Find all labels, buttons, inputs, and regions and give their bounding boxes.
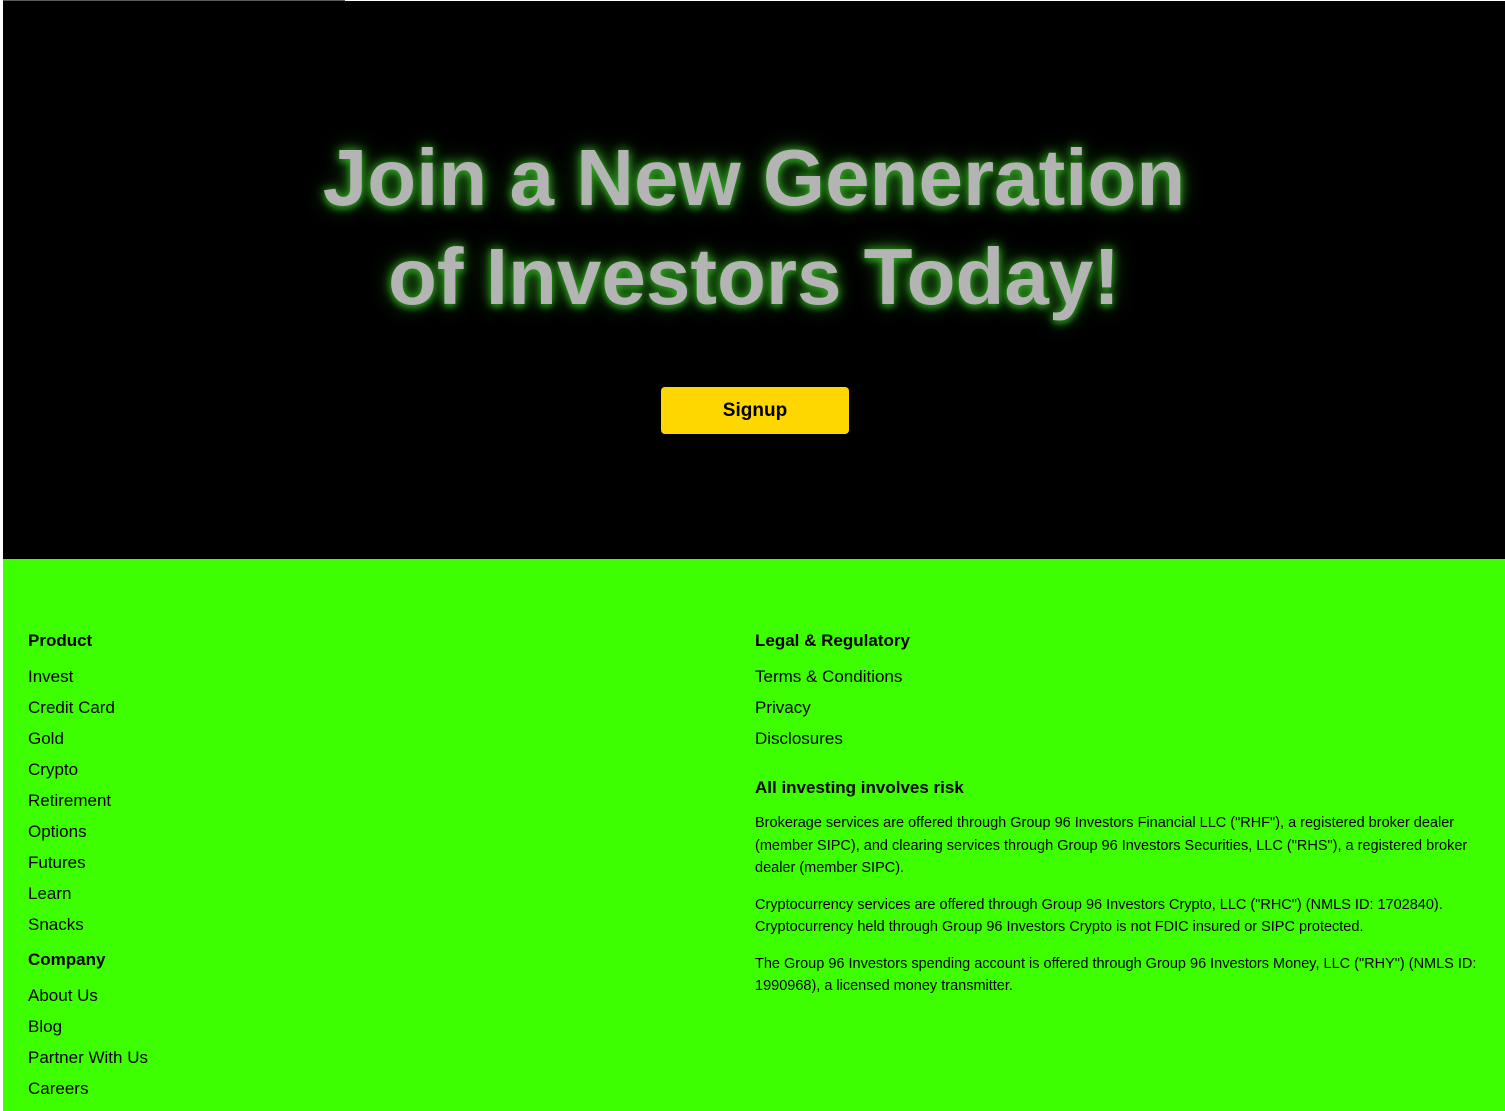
product-link-item: Credit Card bbox=[28, 692, 678, 723]
product-link-item: Retirement bbox=[28, 785, 678, 816]
product-link-item: Snacks bbox=[28, 909, 678, 940]
gold-link[interactable]: Gold bbox=[28, 729, 64, 748]
company-link-item: Careers bbox=[28, 1073, 678, 1104]
crypto-link[interactable]: Crypto bbox=[28, 760, 78, 779]
product-link-item: Options bbox=[28, 816, 678, 847]
footer: Product Invest Credit Card Gold Crypto R… bbox=[3, 559, 1505, 1111]
hero-title-line-2: of Investors Today! bbox=[388, 232, 1120, 321]
retirement-link[interactable]: Retirement bbox=[28, 791, 111, 810]
futures-link[interactable]: Futures bbox=[28, 853, 86, 872]
company-link-item: Partner With Us bbox=[28, 1042, 678, 1073]
footer-right-column: Legal & Regulatory Terms & Conditions Pr… bbox=[755, 631, 1485, 1012]
brokerage-disclosure: Brokerage services are offered through G… bbox=[755, 815, 1468, 876]
company-link-item: About Us bbox=[28, 980, 678, 1011]
terms-link[interactable]: Terms & Conditions bbox=[755, 667, 902, 686]
spending-account-disclosure: The Group 96 Investors spending account … bbox=[755, 955, 1477, 995]
legal-link-item: Terms & Conditions bbox=[755, 661, 1485, 692]
product-link-item: Invest bbox=[28, 661, 678, 692]
about-us-link[interactable]: About Us bbox=[28, 986, 98, 1005]
legal-link-item: Disclosures bbox=[755, 723, 1485, 754]
legal-heading: Legal & Regulatory bbox=[755, 631, 910, 650]
crypto-disclosure: Cryptocurrency services are offered thro… bbox=[755, 896, 1443, 936]
product-link-item: Crypto bbox=[28, 754, 678, 785]
invest-link[interactable]: Invest bbox=[28, 667, 73, 686]
legal-links: Terms & Conditions Privacy Disclosures bbox=[755, 661, 1485, 754]
page: Join a New Generation of Investors Today… bbox=[0, 0, 1505, 1111]
disclosures-link[interactable]: Disclosures bbox=[755, 729, 843, 748]
partner-with-us-link[interactable]: Partner With Us bbox=[28, 1048, 148, 1067]
credit-card-link[interactable]: Credit Card bbox=[28, 698, 115, 717]
legal-link-item: Privacy bbox=[755, 692, 1485, 723]
product-links: Invest Credit Card Gold Crypto Retiremen… bbox=[28, 661, 678, 940]
signup-button[interactable]: Signup bbox=[661, 387, 849, 434]
hero-title-line-1: Join a New Generation bbox=[322, 133, 1186, 222]
footer-left-column: Product Invest Credit Card Gold Crypto R… bbox=[28, 631, 678, 1104]
company-link-item: Blog bbox=[28, 1011, 678, 1042]
company-heading: Company bbox=[28, 950, 106, 969]
snacks-link[interactable]: Snacks bbox=[28, 915, 84, 934]
privacy-link[interactable]: Privacy bbox=[755, 698, 811, 717]
product-heading: Product bbox=[28, 631, 93, 650]
hero-title: Join a New Generation of Investors Today… bbox=[3, 128, 1505, 326]
hero-section: Join a New Generation of Investors Today… bbox=[3, 1, 1505, 559]
product-link-item: Futures bbox=[28, 847, 678, 878]
risk-heading: All investing involves risk bbox=[755, 778, 964, 797]
options-link[interactable]: Options bbox=[28, 822, 87, 841]
blog-link[interactable]: Blog bbox=[28, 1017, 62, 1036]
company-links: About Us Blog Partner With Us Careers bbox=[28, 980, 678, 1104]
product-link-item: Gold bbox=[28, 723, 678, 754]
careers-link[interactable]: Careers bbox=[28, 1079, 88, 1098]
learn-link[interactable]: Learn bbox=[28, 884, 71, 903]
product-link-item: Learn bbox=[28, 878, 678, 909]
